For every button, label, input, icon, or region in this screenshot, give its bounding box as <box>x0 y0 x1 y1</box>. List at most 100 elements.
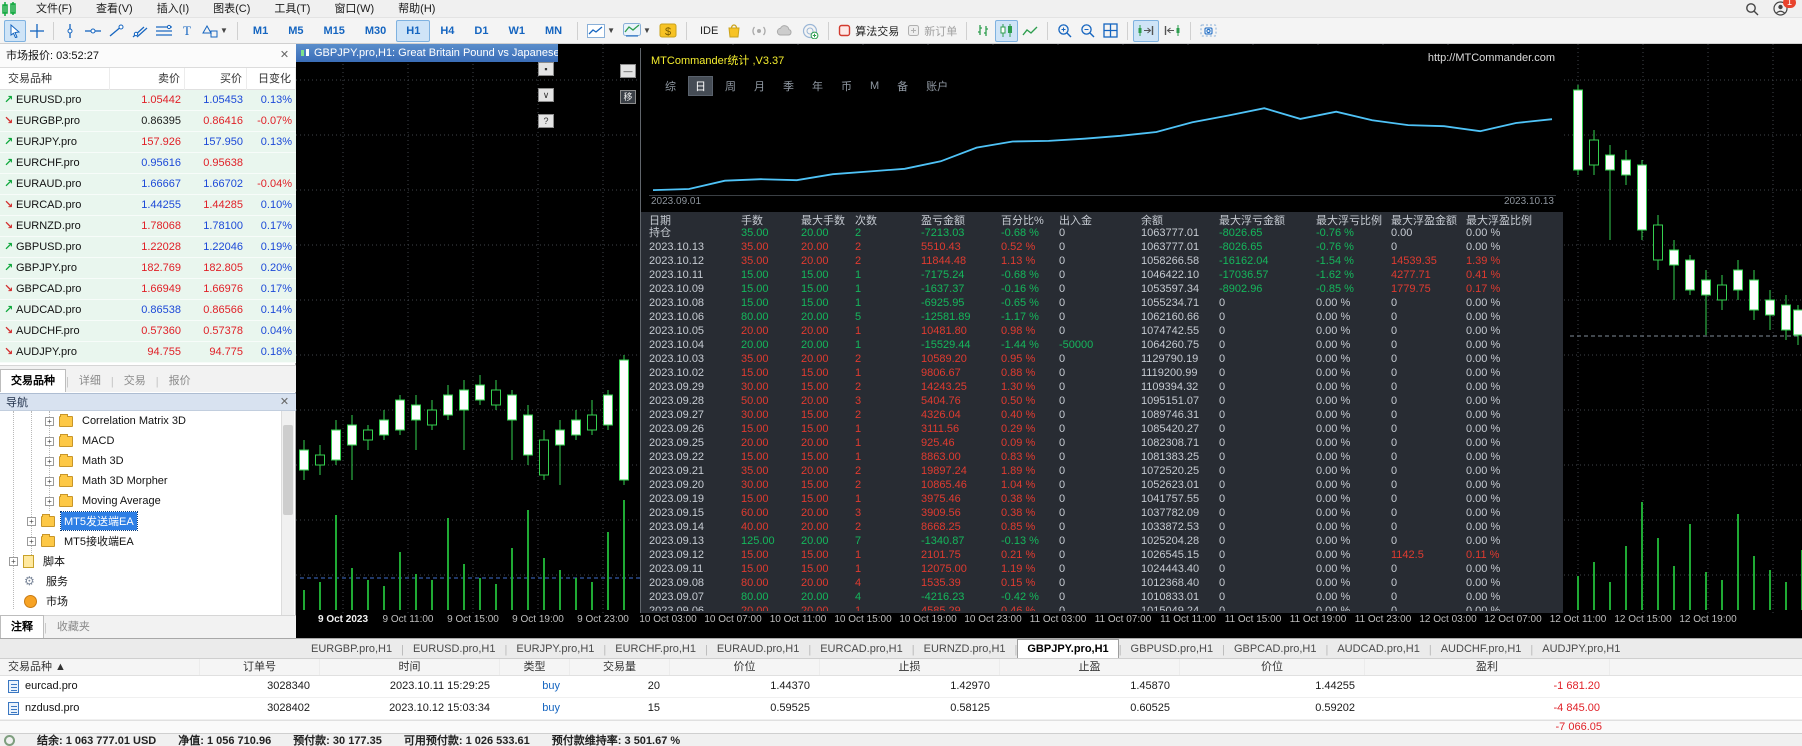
stats-menu-item-0[interactable]: 综 <box>659 77 682 95</box>
timeframe-h1-button[interactable]: H1 <box>396 19 431 42</box>
stats-panel-url[interactable]: http://MTCommander.com <box>1428 52 1555 64</box>
market-watch-column-3[interactable]: 日变化 <box>247 68 296 90</box>
market-watch-row[interactable]: ↘ EURCAD.pro 1.44255 1.44285 0.10% <box>0 195 296 216</box>
stats-row[interactable]: 2023.09.06 20.00 20.00 1 4585.29 0.46 % 0 10150… <box>641 604 1563 611</box>
scrollbar-thumb[interactable] <box>283 425 293 515</box>
order-row[interactable]: nzdusd.pro 3028402 2023.10.12 15:03:34 buy 1… <box>0 698 1802 720</box>
navigator-item[interactable]: + Moving Average <box>0 491 282 511</box>
stats-menu-item-8[interactable]: 备 <box>891 77 914 95</box>
timeframe-w1-button[interactable]: W1 <box>498 20 535 42</box>
stats-menu-item-4[interactable]: 季 <box>777 77 800 95</box>
ide-button[interactable]: IDE <box>692 20 722 42</box>
navigator-item[interactable]: + 脚本 <box>0 551 282 571</box>
chart-tab-11[interactable]: AUDCHF.pro,H1 <box>1432 640 1531 658</box>
stats-row[interactable]: 2023.10.06 80.00 20.00 5 -12581.89 -1.17 % 0 10… <box>641 310 1563 324</box>
community-button[interactable] <box>798 20 823 42</box>
stats-row[interactable]: 2023.10.12 35.00 20.00 2 11844.48 1.13 % 0 1058… <box>641 254 1563 268</box>
orders-column-5[interactable]: 价位 <box>670 659 820 675</box>
close-icon[interactable]: ✕ <box>277 48 292 63</box>
signals-button[interactable] <box>746 20 772 42</box>
stats-row[interactable]: 2023.10.04 20.00 20.00 1 -15529.44 -1.44 % -50… <box>641 338 1563 352</box>
stats-row[interactable]: 2023.09.28 50.00 20.00 3 5404.76 0.50 % 0 10951… <box>641 394 1563 408</box>
algo-trading-button[interactable]: 算法交易 <box>834 20 903 42</box>
currency-button[interactable]: $ <box>655 20 681 42</box>
stats-menu-item-9[interactable]: 账户 <box>920 77 954 95</box>
orders-column-8[interactable]: 价位 <box>1180 659 1365 675</box>
stats-row[interactable]: 2023.10.11 15.00 15.00 1 -7175.24 -0.68 % 0 104… <box>641 268 1563 282</box>
cursor-tool-button[interactable] <box>4 19 26 42</box>
navigator-scrollbar[interactable]: ▼ <box>281 411 295 635</box>
stats-row[interactable]: 2023.09.15 60.00 20.00 3 3909.56 0.38 % 0 10377… <box>641 506 1563 520</box>
menu-item-3[interactable]: 图表(C) <box>201 0 262 18</box>
chart-tab-3[interactable]: EURCHF.pro,H1 <box>606 640 705 658</box>
screenshot-button[interactable] <box>1196 20 1221 42</box>
market-watch-column-2[interactable]: 买价 <box>185 68 247 90</box>
menu-item-6[interactable]: 帮助(H) <box>386 0 447 18</box>
navigator-item[interactable]: + MT5接收端EA <box>0 531 282 551</box>
orders-column-2[interactable]: 时间 <box>320 659 500 675</box>
left-bottom-tab-1[interactable]: 收藏夹 <box>47 616 100 638</box>
notifications-button[interactable]: 1 <box>1773 0 1796 16</box>
orders-column-4[interactable]: 交易量 <box>570 659 670 675</box>
stats-row[interactable]: 2023.09.12 15.00 15.00 1 2101.75 0.21 % 0 10265… <box>641 548 1563 562</box>
market-watch-row[interactable]: ↗ EURUSD.pro 1.05442 1.05453 0.13% <box>0 90 296 111</box>
stats-row[interactable]: 2023.10.03 35.00 20.00 2 10589.20 0.95 % 0 1129… <box>641 352 1563 366</box>
chart-tab-7[interactable]: GBPJPY.pro,H1 <box>1017 639 1119 658</box>
search-icon[interactable] <box>1745 2 1759 16</box>
stats-menu-item-7[interactable]: M <box>864 79 885 93</box>
chart-tab-8[interactable]: GBPUSD.pro,H1 <box>1122 640 1223 658</box>
chart-side-button-0[interactable]: ▪ <box>538 62 554 76</box>
stats-menu-item-5[interactable]: 年 <box>806 77 829 95</box>
navigator-item[interactable]: 市场 <box>0 591 282 611</box>
market-watch-row[interactable]: ↗ EURJPY.pro 157.926 157.950 0.13% <box>0 132 296 153</box>
stats-menu-item-3[interactable]: 月 <box>748 77 771 95</box>
stats-row[interactable]: 2023.09.08 80.00 20.00 4 1535.39 0.15 % 0 10123… <box>641 576 1563 590</box>
orders-column-6[interactable]: 止损 <box>820 659 1000 675</box>
stats-row[interactable]: 2023.09.20 30.00 15.00 2 10865.46 1.04 % 0 1052… <box>641 478 1563 492</box>
chart-side-button-1[interactable]: ∨ <box>538 88 554 102</box>
market-watch-column-0[interactable]: 交易品种 <box>0 68 110 90</box>
left-bottom-tab-0[interactable]: 注释 <box>0 615 44 638</box>
chart-tab-4[interactable]: EURAUD.pro,H1 <box>708 640 809 658</box>
new-order-button[interactable]: 新订单 <box>903 20 961 42</box>
stats-menu-item-6[interactable]: 币 <box>835 77 858 95</box>
chart-side-button-2[interactable]: ? <box>538 114 554 128</box>
text-tool-button[interactable]: T <box>176 20 198 42</box>
market-watch-row[interactable]: ↘ EURGBP.pro 0.86395 0.86416 -0.07% <box>0 111 296 132</box>
navigator-item[interactable]: + MACD <box>0 431 282 451</box>
expand-icon[interactable]: + <box>45 456 54 466</box>
chart-title-bar[interactable]: GBPJPY.pro,H1: Great Britain Pound vs Ja… <box>296 44 558 62</box>
stats-move-button[interactable]: 移 <box>620 90 636 104</box>
expand-icon[interactable]: + <box>45 436 54 446</box>
navigator-item[interactable]: + MT5发送端EA <box>0 511 282 531</box>
timeframe-m15-button[interactable]: M15 <box>313 20 354 42</box>
stats-row[interactable]: 2023.09.11 15.00 15.00 1 12075.00 1.19 % 0 1024… <box>641 562 1563 576</box>
tile-windows-button[interactable] <box>1099 20 1122 42</box>
fibonacci-tool-button[interactable] <box>152 20 176 42</box>
cloud-button[interactable] <box>772 20 798 42</box>
timeframe-m5-button[interactable]: M5 <box>278 20 313 42</box>
timeframe-m1-button[interactable]: M1 <box>243 20 278 42</box>
market-watch-row[interactable]: ↗ GBPJPY.pro 182.769 182.805 0.20% <box>0 258 296 279</box>
chart-tab-1[interactable]: EURUSD.pro,H1 <box>404 640 505 658</box>
shapes-tool-button[interactable]: ▼ <box>198 20 232 42</box>
zoom-in-button[interactable] <box>1053 20 1076 42</box>
market-watch-row[interactable]: ↘ AUDJPY.pro 94.755 94.775 0.18% <box>0 342 296 363</box>
market-store-button[interactable] <box>722 20 746 42</box>
expand-icon[interactable]: + <box>45 476 54 486</box>
menu-item-0[interactable]: 文件(F) <box>24 0 84 18</box>
market-watch-row[interactable]: ↗ EURCHF.pro 0.95616 0.95638 <box>0 153 296 174</box>
close-icon[interactable]: ✕ <box>277 395 292 410</box>
bar-chart-mode-button[interactable] <box>972 20 995 42</box>
chart-shift-button[interactable] <box>1159 20 1185 42</box>
indicators-button[interactable]: ▼ <box>619 20 655 42</box>
orders-column-7[interactable]: 止盈 <box>1000 659 1180 675</box>
chart-tab-0[interactable]: EURGBP.pro,H1 <box>302 640 401 658</box>
navigator-item[interactable]: + Math 3D Morpher <box>0 471 282 491</box>
stats-row[interactable]: 2023.09.27 30.00 15.00 2 4326.04 0.40 % 0 10897… <box>641 408 1563 422</box>
market-watch-tab-0[interactable]: 交易品种 <box>0 369 66 392</box>
auto-scroll-button[interactable] <box>1133 19 1160 42</box>
horizontal-line-tool-button[interactable] <box>81 20 105 42</box>
stats-row[interactable]: 2023.10.05 20.00 20.00 1 10481.80 0.98 % 0 1074… <box>641 324 1563 338</box>
timeframe-h4-button[interactable]: H4 <box>430 20 464 42</box>
